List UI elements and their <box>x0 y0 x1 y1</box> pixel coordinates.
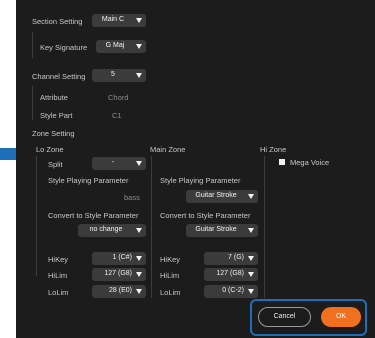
key-signature-dropdown[interactable]: G Maj <box>96 40 146 53</box>
lo-style-playing-parameter-value: bass <box>124 193 140 202</box>
settings-panel: Section Setting Main C Key Signature G M… <box>16 0 375 338</box>
chevron-down-icon <box>248 194 254 199</box>
chevron-down-icon <box>136 73 142 78</box>
key-signature-value: G Maj <box>105 42 125 49</box>
split-label: Split <box>48 160 63 169</box>
main-cts-value: Guitar Stroke <box>195 226 237 233</box>
main-convert-to-style-parameter-label: Convert to Style Parameter <box>160 211 251 220</box>
chevron-down-icon <box>136 272 142 277</box>
main-zone-title: Main Zone <box>150 145 186 154</box>
chevron-down-icon <box>136 18 142 23</box>
lo-hilim-label: HiLim <box>48 271 68 280</box>
split-value: - <box>111 159 115 166</box>
channel-setting-dropdown[interactable]: 5 <box>92 69 146 82</box>
divider <box>151 156 152 298</box>
divider <box>32 32 33 58</box>
lo-convert-to-style-parameter-dropdown[interactable]: no change <box>78 224 146 237</box>
main-hikey-value: 7 (G) <box>228 254 244 261</box>
split-dropdown[interactable]: - <box>92 157 146 170</box>
main-convert-to-style-parameter-dropdown[interactable]: Guitar Stroke <box>186 224 258 237</box>
mega-voice-label: Mega Voice <box>290 158 330 167</box>
style-part-value: C1 <box>112 111 122 120</box>
main-lolim-label: LoLim <box>160 288 181 297</box>
cancel-button[interactable]: Cancel <box>258 307 311 327</box>
main-hikey-label: HiKey <box>160 255 181 264</box>
chevron-down-icon <box>136 256 142 261</box>
divider <box>264 156 265 298</box>
channel-setting-label: Channel Setting <box>32 72 86 81</box>
attribute-label: Attribute <box>40 93 68 102</box>
key-signature-label: Key Signature <box>40 43 88 52</box>
ok-button[interactable]: OK <box>321 307 361 327</box>
main-spp-value: Guitar Stroke <box>195 192 237 199</box>
lo-zone-title: Lo Zone <box>36 145 64 154</box>
main-hilim-dropdown[interactable]: 127 (G8) <box>204 268 258 281</box>
chevron-down-icon <box>248 272 254 277</box>
channel-setting-value: 5 <box>111 71 115 78</box>
lo-lolim-label: LoLim <box>48 288 69 297</box>
attribute-value: Chord <box>108 93 129 102</box>
main-hilim-label: HiLim <box>160 271 180 280</box>
chevron-down-icon <box>248 256 254 261</box>
lo-convert-value: no change <box>89 226 123 233</box>
main-style-playing-parameter-dropdown[interactable]: Guitar Stroke <box>186 190 258 203</box>
main-lolim-value: 0 (C-2) <box>222 287 244 294</box>
lo-hikey-dropdown[interactable]: 1 (C#) <box>92 252 146 265</box>
chevron-down-icon <box>136 44 142 49</box>
lo-hilim-dropdown[interactable]: 127 (G8) <box>92 268 146 281</box>
chevron-down-icon <box>136 228 142 233</box>
zone-setting-label: Zone Setting <box>32 129 75 138</box>
main-lolim-dropdown[interactable]: 0 (C-2) <box>204 285 258 298</box>
lo-style-playing-parameter-label: Style Playing Parameter <box>48 176 129 185</box>
lo-hikey-label: HiKey <box>48 255 69 264</box>
main-hilim-value: 127 (G8) <box>216 270 244 277</box>
main-hikey-dropdown[interactable]: 7 (G) <box>204 252 258 265</box>
lo-lolim-value: 28 (E0) <box>109 287 132 294</box>
chevron-down-icon <box>248 289 254 294</box>
style-part-label: Style Part <box>40 111 73 120</box>
chevron-down-icon <box>136 289 142 294</box>
divider <box>36 156 37 276</box>
mega-voice-checkbox[interactable] <box>279 159 285 165</box>
chevron-down-icon <box>248 228 254 233</box>
chevron-down-icon <box>136 161 142 166</box>
section-setting-label: Section Setting <box>32 17 83 26</box>
section-setting-dropdown[interactable]: Main C <box>92 14 146 27</box>
section-setting-value: Main C <box>101 16 125 23</box>
divider <box>32 86 33 120</box>
main-style-playing-parameter-label: Style Playing Parameter <box>160 176 241 185</box>
hi-zone-title: Hi Zone <box>260 145 287 154</box>
lo-hilim-value: 127 (G8) <box>104 270 132 277</box>
lo-convert-to-style-parameter-label: Convert to Style Parameter <box>48 211 139 220</box>
lo-lolim-dropdown[interactable]: 28 (E0) <box>92 285 146 298</box>
lo-hikey-value: 1 (C#) <box>112 254 132 261</box>
